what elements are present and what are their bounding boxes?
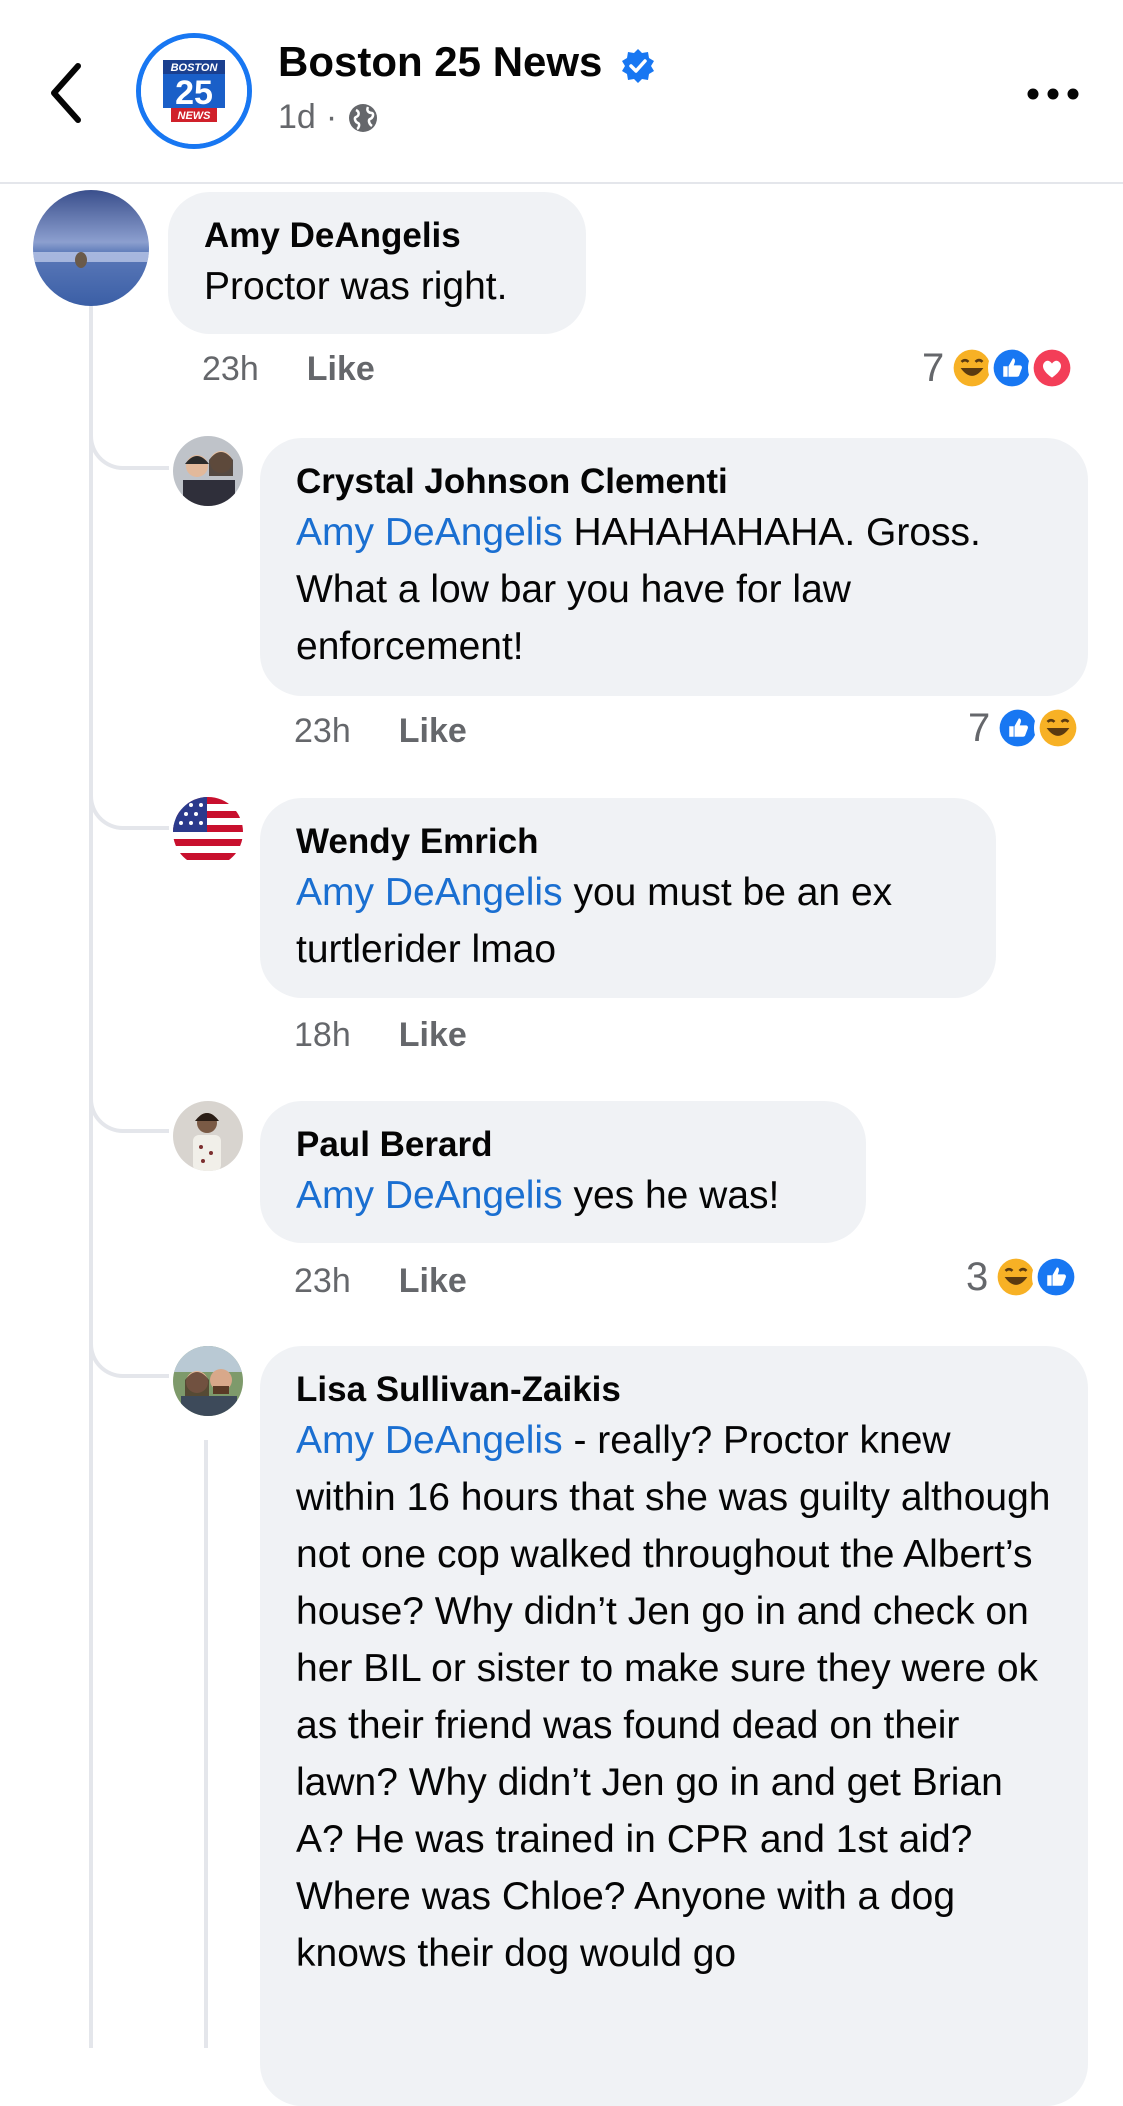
post-time[interactable]: 1d: [278, 98, 316, 137]
like-button[interactable]: Like: [307, 350, 375, 389]
comment-meta: 23h Like: [294, 1262, 467, 1301]
logo-top-text: BOSTON: [171, 62, 219, 74]
comment-bubble: Lisa Sullivan-Zaikis Amy DeAngelis - rea…: [260, 1346, 1088, 2106]
reply-thread-line: [204, 1440, 208, 2048]
mention-link[interactable]: Amy DeAngelis: [296, 1174, 563, 1217]
boston-25-logo: BOSTON 25 NEWS: [141, 38, 247, 144]
reaction-count: 7: [968, 705, 991, 750]
more-options-icon[interactable]: [1023, 74, 1083, 114]
comment-author[interactable]: Crystal Johnson Clementi: [296, 460, 1052, 504]
comment-meta: 23h Like: [294, 712, 467, 751]
comment-text: Amy DeAngelis HAHAHAHAHA. Gross. What a …: [296, 504, 1052, 675]
comment-meta: 23h Like: [202, 350, 375, 389]
comment-meta: 18h Like: [294, 1016, 467, 1055]
comment-time[interactable]: 23h: [294, 1262, 351, 1301]
comment-author[interactable]: Amy DeAngelis: [204, 214, 550, 258]
comment-time[interactable]: 23h: [202, 350, 259, 389]
thread-connector: [89, 770, 169, 830]
thread-connector: [89, 410, 169, 470]
avatar[interactable]: [173, 436, 243, 506]
comment-bubble: Paul Berard Amy DeAngelis yes he was!: [260, 1101, 866, 1243]
post-meta: 1d ·: [278, 98, 379, 137]
thread-connector: [89, 1318, 169, 1378]
comment-author[interactable]: Lisa Sullivan-Zaikis: [296, 1368, 1052, 1412]
reaction-count: 3: [966, 1254, 989, 1299]
comment-author[interactable]: Wendy Emrich: [296, 820, 960, 864]
comment-bubble: Wendy Emrich Amy DeAngelis you must be a…: [260, 798, 996, 998]
avatar[interactable]: [173, 1346, 243, 1416]
comment-body: yes he was!: [562, 1174, 780, 1217]
comment-text: Proctor was right.: [204, 265, 508, 308]
comment-bubble: Crystal Johnson Clementi Amy DeAngelis H…: [260, 438, 1088, 696]
like-button[interactable]: Like: [399, 712, 467, 751]
logo-bottom-text: NEWS: [178, 110, 212, 122]
comment-text: Amy DeAngelis - really? Proctor knew wit…: [296, 1412, 1052, 1982]
haha-reaction-icon: [1034, 704, 1083, 752]
page-name[interactable]: Boston 25 News: [278, 38, 602, 86]
love-reaction-icon: [1028, 344, 1077, 392]
avatar[interactable]: [173, 1101, 243, 1171]
like-reaction-icon: [1032, 1253, 1081, 1301]
mention-link[interactable]: Amy DeAngelis: [296, 1419, 563, 1462]
comment-time[interactable]: 23h: [294, 712, 351, 751]
comment-body: - really? Proctor knew within 16 hours t…: [296, 1419, 1051, 1975]
comment-text: Amy DeAngelis you must be an ex turtleri…: [296, 864, 960, 978]
logo-number-text: 25: [175, 74, 213, 112]
avatar[interactable]: [173, 797, 243, 867]
reaction-summary[interactable]: 7: [922, 344, 1077, 392]
mention-link[interactable]: Amy DeAngelis: [296, 871, 563, 914]
comment-bubble: Amy DeAngelis Proctor was right.: [168, 192, 586, 334]
meta-separator: ·: [325, 98, 338, 136]
thread-line: [89, 305, 93, 2048]
back-arrow-icon[interactable]: [44, 58, 94, 128]
verified-badge-icon: [622, 49, 654, 83]
comment-text: Amy DeAngelis yes he was!: [296, 1167, 830, 1224]
post-header: BOSTON 25 NEWS Boston 25 News 1d ·: [0, 0, 1123, 184]
avatar[interactable]: [33, 190, 149, 306]
comment-time[interactable]: 18h: [294, 1016, 351, 1055]
reaction-summary[interactable]: 7: [968, 704, 1083, 752]
comment-author[interactable]: Paul Berard: [296, 1123, 830, 1167]
page-avatar[interactable]: BOSTON 25 NEWS: [136, 33, 252, 149]
reaction-count: 7: [922, 345, 945, 390]
reaction-summary[interactable]: 3: [966, 1253, 1081, 1301]
like-button[interactable]: Like: [399, 1262, 467, 1301]
globe-icon: [349, 103, 378, 132]
thread-connector: [89, 1073, 169, 1133]
like-button[interactable]: Like: [399, 1016, 467, 1055]
mention-link[interactable]: Amy DeAngelis: [296, 511, 563, 554]
